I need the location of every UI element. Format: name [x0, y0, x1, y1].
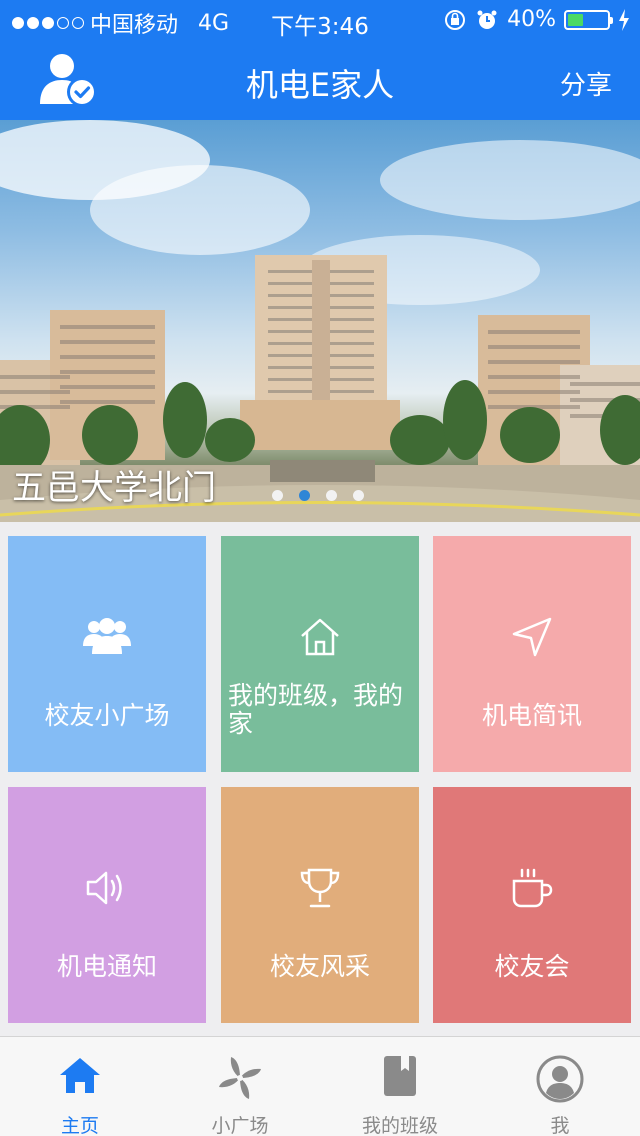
- tab-me[interactable]: 我: [480, 1037, 640, 1136]
- people-icon: [8, 616, 206, 666]
- pager-dot[interactable]: [353, 490, 364, 501]
- tile-alumni-profiles[interactable]: 校友风采: [221, 787, 419, 1023]
- banner-pager[interactable]: [272, 490, 364, 501]
- tile-label: 我的班级，我的家: [228, 681, 404, 738]
- battery-icon: [564, 9, 613, 30]
- navigation-arrow-icon: [433, 616, 631, 666]
- tab-square[interactable]: 小广场: [160, 1037, 320, 1136]
- page-title: 机电E家人: [245, 66, 395, 104]
- tab-home[interactable]: 主页: [0, 1037, 160, 1136]
- speaker-icon: [8, 867, 206, 917]
- trophy-icon: [221, 867, 419, 917]
- tile-label: 校友风采: [269, 952, 370, 981]
- tile-alumni-square[interactable]: 校友小广场: [8, 536, 206, 772]
- user-icon: [480, 1055, 640, 1105]
- tab-bar: 主页 小广场 我的班级 我: [0, 1036, 640, 1136]
- home-icon: [0, 1055, 160, 1105]
- pager-dot[interactable]: [326, 490, 337, 501]
- tile-alumni-association[interactable]: 校友会: [433, 787, 631, 1023]
- charging-icon: [619, 8, 629, 31]
- tile-notices[interactable]: 机电通知: [8, 787, 206, 1023]
- tab-label: 我: [550, 1115, 570, 1136]
- pager-dot[interactable]: [299, 490, 310, 501]
- home-icon: [221, 616, 419, 666]
- tile-my-class[interactable]: 我的班级，我的家: [221, 536, 419, 772]
- tab-label: 小广场: [211, 1115, 269, 1136]
- tile-label: 机电简讯: [481, 701, 582, 730]
- rotation-lock-icon: [445, 9, 466, 30]
- nav-bar: 机电E家人 分享: [0, 40, 640, 120]
- banner-caption: 五邑大学北门: [12, 468, 216, 508]
- tab-my-class[interactable]: 我的班级: [320, 1037, 480, 1136]
- tile-label: 机电通知: [56, 952, 157, 981]
- book-icon: [320, 1055, 480, 1105]
- tile-label: 校友小广场: [44, 701, 170, 730]
- banner-carousel[interactable]: 五邑大学北门: [0, 120, 640, 522]
- share-button[interactable]: 分享: [560, 65, 612, 102]
- status-bar: 中国移动 4G 下午3:46 40%: [0, 0, 640, 40]
- tile-news-brief[interactable]: 机电简讯: [433, 536, 631, 772]
- battery-percent: 40%: [507, 7, 556, 32]
- tab-label: 我的班级: [361, 1115, 438, 1136]
- alarm-icon: [477, 10, 497, 29]
- pinwheel-icon: [160, 1055, 320, 1105]
- tab-label: 主页: [60, 1115, 99, 1136]
- coffee-cup-icon: [433, 867, 631, 917]
- tile-label: 校友会: [494, 952, 570, 981]
- pager-dot[interactable]: [272, 490, 283, 501]
